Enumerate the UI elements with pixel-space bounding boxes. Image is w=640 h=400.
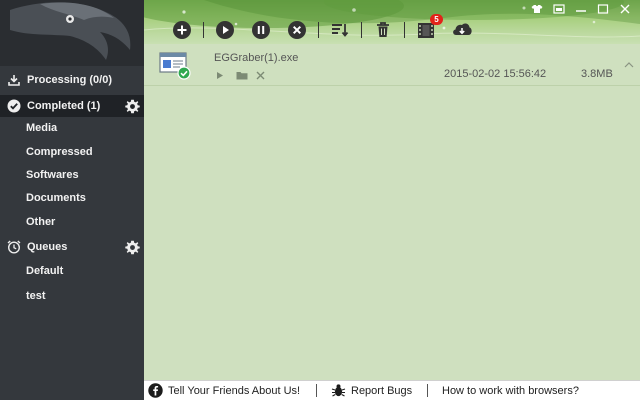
video-count-badge: 5 bbox=[430, 14, 443, 25]
nav-processing[interactable]: Processing (0/0) bbox=[0, 69, 144, 91]
play-small-icon bbox=[217, 71, 223, 79]
download-list-item[interactable]: EGGraber(1).exe 2015-02-02 15:56:42 3.8M… bbox=[144, 44, 640, 86]
browsers-help-link[interactable]: How to work with browsers? bbox=[428, 381, 579, 400]
pause-button[interactable] bbox=[250, 19, 272, 41]
browsers-help-label: How to work with browsers? bbox=[442, 384, 579, 397]
gear-icon[interactable] bbox=[124, 98, 140, 114]
add-icon bbox=[173, 21, 191, 39]
nav-category-label: Media bbox=[26, 122, 58, 134]
file-date: 2015-02-02 15:56:42 bbox=[444, 68, 547, 80]
nav-category-label: Documents bbox=[26, 192, 86, 204]
toolbar-divider bbox=[203, 22, 204, 38]
remove-item-button[interactable] bbox=[256, 69, 276, 81]
maximize-button[interactable] bbox=[592, 2, 614, 16]
download-tray-icon bbox=[6, 72, 22, 88]
play-icon bbox=[216, 21, 234, 39]
open-file-button[interactable] bbox=[216, 69, 236, 81]
file-size: 3.8MB bbox=[581, 68, 613, 80]
pause-icon bbox=[252, 21, 270, 39]
nav-queue-label: Default bbox=[26, 265, 64, 277]
cloud-download-button[interactable] bbox=[451, 19, 473, 41]
nav-category-documents[interactable]: Documents bbox=[0, 187, 144, 209]
nav-category-softwares[interactable]: Softwares bbox=[0, 164, 144, 186]
nav-completed-label: Completed (1) bbox=[27, 100, 101, 112]
mini-mode-button[interactable] bbox=[548, 2, 570, 16]
row-actions bbox=[216, 69, 276, 81]
file-name: EGGraber(1).exe bbox=[214, 52, 299, 64]
nav-category-label: Softwares bbox=[26, 169, 79, 181]
nav-queue-default[interactable]: Default bbox=[0, 260, 144, 282]
mini-window-icon bbox=[553, 4, 565, 14]
maximize-icon bbox=[597, 4, 609, 14]
toolbar-divider bbox=[361, 22, 362, 38]
main-panel: 5 EGGraber(1).exe 2015-02-02 15:56:42 3.… bbox=[144, 0, 640, 380]
header-banner: 5 bbox=[144, 0, 640, 44]
report-bugs-link[interactable]: Report Bugs bbox=[317, 381, 427, 400]
stop-icon bbox=[288, 21, 306, 39]
folder-icon bbox=[236, 71, 248, 79]
open-folder-button[interactable] bbox=[236, 69, 256, 81]
toolbar: 5 bbox=[164, 14, 480, 41]
toolbar-divider bbox=[404, 22, 405, 38]
delete-button[interactable] bbox=[372, 19, 394, 41]
stop-button[interactable] bbox=[286, 19, 308, 41]
chevron-up-icon bbox=[624, 62, 634, 68]
nav-category-compressed[interactable]: Compressed bbox=[0, 141, 144, 163]
alarm-clock-icon bbox=[6, 239, 22, 255]
skin-button[interactable] bbox=[526, 2, 548, 16]
bug-icon bbox=[331, 384, 346, 397]
minimize-button[interactable] bbox=[570, 2, 592, 16]
exe-file-icon bbox=[159, 52, 191, 80]
footer-bar: Tell Your Friends About Us! Report Bugs … bbox=[144, 380, 640, 400]
nav-category-label: Compressed bbox=[26, 146, 93, 158]
add-button[interactable] bbox=[171, 19, 193, 41]
nav-category-other[interactable]: Other bbox=[0, 211, 144, 233]
nav-processing-label: Processing (0/0) bbox=[27, 74, 112, 86]
play-button[interactable] bbox=[214, 19, 236, 41]
minimize-icon bbox=[576, 10, 586, 12]
collapse-toggle[interactable] bbox=[624, 56, 634, 74]
delete-icon bbox=[377, 22, 389, 37]
close-icon bbox=[620, 4, 630, 14]
nav-queue-label: test bbox=[26, 290, 46, 302]
shirt-icon bbox=[531, 5, 543, 13]
report-bugs-label: Report Bugs bbox=[351, 384, 413, 397]
video-grabber-button[interactable]: 5 bbox=[415, 14, 443, 41]
nav-completed[interactable]: Completed (1) bbox=[0, 95, 144, 117]
close-small-icon bbox=[256, 71, 265, 79]
sort-button[interactable] bbox=[329, 19, 351, 41]
facebook-icon bbox=[148, 383, 163, 398]
nav-category-label: Other bbox=[26, 216, 56, 228]
cloud-download-icon bbox=[453, 23, 472, 35]
tell-friends-link[interactable]: Tell Your Friends About Us! bbox=[144, 381, 316, 400]
check-circle-icon bbox=[6, 98, 22, 114]
gear-icon[interactable] bbox=[124, 239, 140, 255]
eagle-logo bbox=[0, 0, 144, 66]
nav-queues-label: Queues bbox=[27, 241, 68, 253]
tell-friends-label: Tell Your Friends About Us! bbox=[168, 384, 301, 397]
nav-category-media[interactable]: Media bbox=[0, 117, 144, 139]
toolbar-divider bbox=[318, 22, 319, 38]
close-button[interactable] bbox=[614, 2, 636, 16]
nav-queue-test[interactable]: test bbox=[0, 285, 144, 307]
nav-queues[interactable]: Queues bbox=[0, 236, 144, 258]
sidebar: Processing (0/0) Completed (1) Media Com… bbox=[0, 0, 144, 400]
sort-icon bbox=[332, 24, 349, 37]
window-controls bbox=[526, 2, 636, 16]
